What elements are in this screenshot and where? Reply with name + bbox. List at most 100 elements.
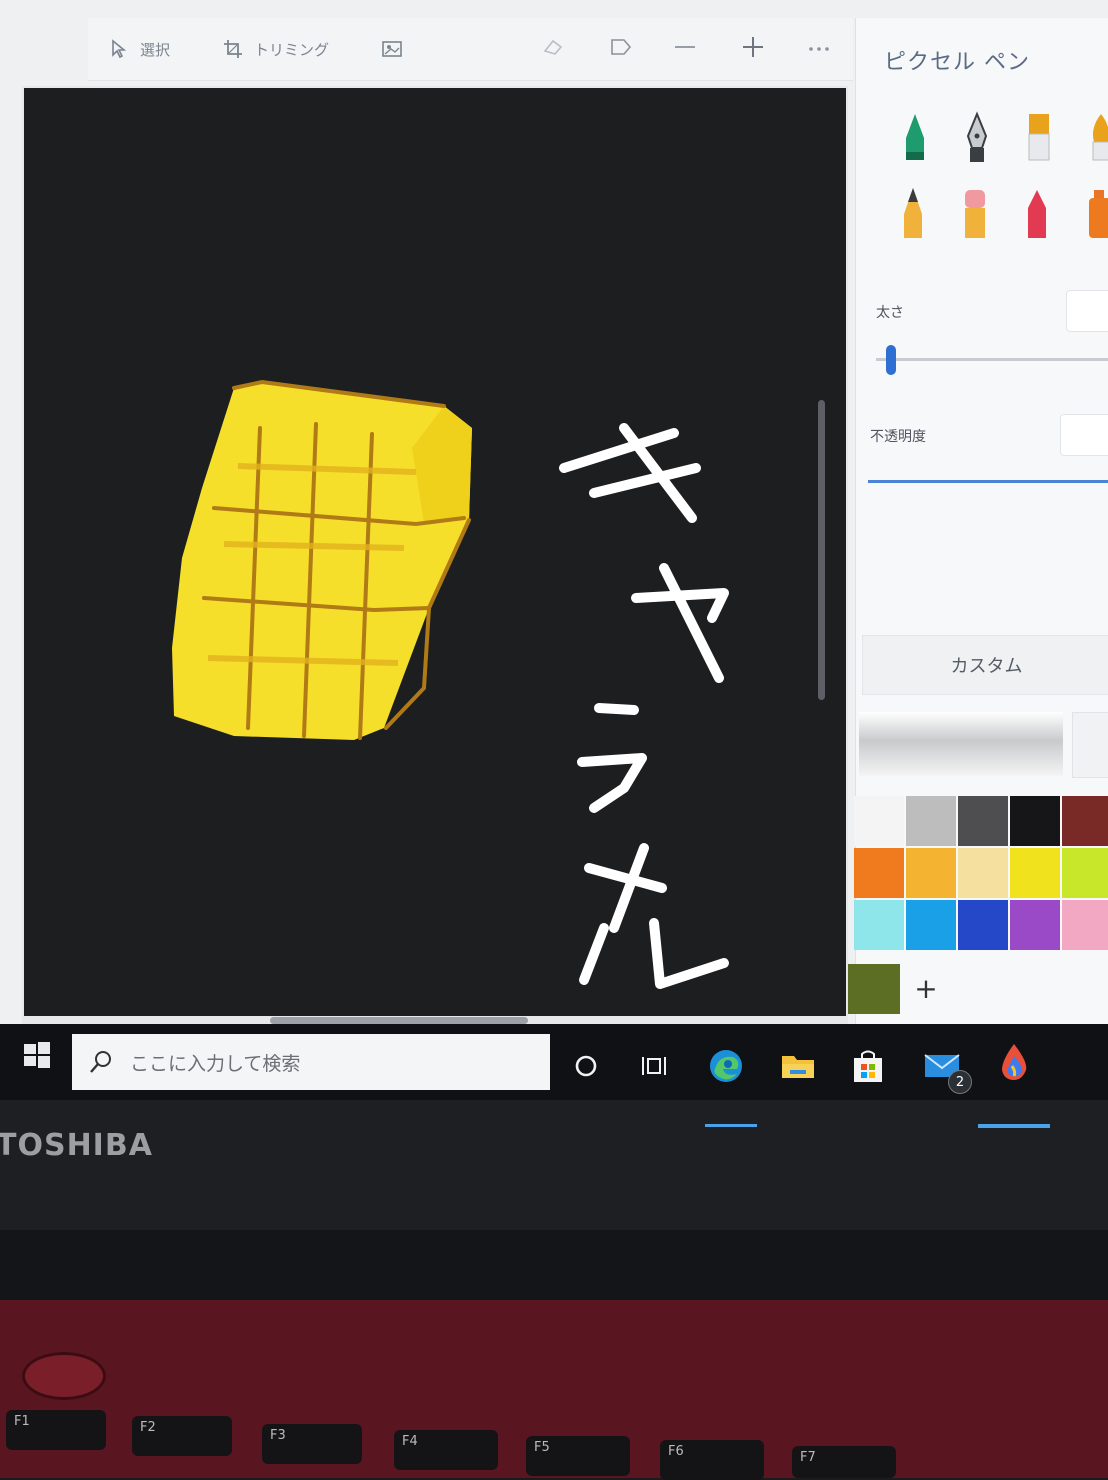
opacity-input[interactable] [1060, 414, 1108, 456]
marker-tool[interactable] [898, 108, 932, 168]
image-icon [381, 38, 403, 60]
more-icon [807, 40, 831, 58]
brush-panel: ピクセル ペン 太さ 不透明度 カスタム + [848, 18, 1108, 1053]
marker-icon [906, 114, 924, 160]
zoom-in-button[interactable] [736, 34, 770, 64]
handwritten-text [559, 423, 729, 989]
zoom-out-button[interactable] [668, 34, 702, 64]
edge-button[interactable] [706, 1046, 746, 1086]
search-icon [90, 1051, 111, 1073]
opacity-label: 不透明度 [870, 429, 926, 445]
color-swatch[interactable] [958, 848, 1008, 898]
caramel-drawing [172, 379, 472, 740]
key-f3[interactable]: F3 [262, 1424, 362, 1464]
select-icon [108, 38, 130, 60]
color-swatch[interactable] [854, 848, 904, 898]
cortana-button[interactable] [566, 1046, 606, 1086]
key-f5[interactable]: F5 [526, 1436, 630, 1476]
thickness-input[interactable] [1066, 290, 1108, 332]
horizontal-scrollbar[interactable] [270, 1017, 528, 1024]
vertical-scrollbar[interactable] [818, 400, 825, 700]
custom-label: カスタム [950, 656, 1023, 677]
fresh-paint-icon [1002, 1044, 1027, 1080]
custom-color-button[interactable]: カスタム [862, 635, 1108, 695]
fresh-paint-button[interactable] [994, 1042, 1034, 1082]
select-label: 選択 [140, 40, 171, 59]
color-gradient-preview[interactable] [859, 712, 1063, 776]
select-tool[interactable]: 選択 [108, 38, 170, 60]
pencil-tool[interactable] [896, 184, 930, 244]
eraser-tool[interactable] [958, 184, 992, 244]
watercolor-brush-tool[interactable] [1084, 108, 1108, 168]
start-button[interactable] [22, 1040, 52, 1070]
taskbar-search[interactable]: ここに入力して検索 [72, 1034, 550, 1090]
image-tool[interactable] [381, 38, 403, 60]
flip-button[interactable] [604, 34, 638, 64]
thickness-label: 太さ [876, 305, 904, 321]
toolbar: 選択 トリミング [88, 18, 853, 81]
brand-logo: TOSHIBA [0, 1128, 153, 1163]
more-button[interactable] [802, 34, 836, 64]
oil-brush-tool[interactable] [1022, 108, 1056, 168]
crop-tool[interactable]: トリミング [222, 38, 329, 60]
custom-color-swatch[interactable] [848, 964, 900, 1014]
color-swatch[interactable] [906, 848, 956, 898]
fountain-pen-icon [966, 111, 988, 162]
key-f6[interactable]: F6 [660, 1440, 764, 1480]
color-swatch[interactable] [958, 796, 1008, 846]
thickness-slider[interactable] [876, 358, 1108, 361]
power-button[interactable] [22, 1352, 106, 1400]
color-swatch[interactable] [1010, 796, 1060, 846]
color-swatch[interactable] [1062, 900, 1108, 950]
crayon-tool[interactable] [1020, 184, 1054, 244]
key-f4[interactable]: F4 [394, 1430, 498, 1470]
key-f7[interactable]: F7 [792, 1446, 896, 1478]
thickness-slider-thumb[interactable] [886, 345, 896, 375]
color-swatch[interactable] [1062, 796, 1108, 846]
drawing-canvas[interactable] [24, 88, 846, 1016]
file-explorer-button[interactable] [778, 1046, 818, 1086]
screen: 選択 トリミング ピクセル ペン 太さ 不透明度 カスタム + [0, 0, 1108, 1100]
color-picker-button[interactable] [1072, 712, 1108, 778]
task-view-button[interactable] [634, 1046, 674, 1086]
key-f1[interactable]: F1 [6, 1410, 106, 1450]
opacity-slider[interactable] [868, 480, 1108, 483]
windows-start-icon [24, 1042, 50, 1068]
erase-icon [542, 37, 564, 61]
taskbar: ここに入力して検索 2 [0, 1024, 1108, 1100]
edge-icon [710, 1050, 742, 1082]
spray-can-tool[interactable] [1082, 184, 1108, 244]
color-swatch[interactable] [1010, 848, 1060, 898]
add-color-button[interactable]: + [911, 972, 941, 1005]
search-placeholder: ここに入力して検索 [130, 1052, 301, 1075]
canvas-area [22, 86, 848, 1026]
canvas-drawing [172, 379, 729, 989]
key-f2[interactable]: F2 [132, 1416, 232, 1456]
crop-label: トリミング [254, 40, 330, 59]
store-icon [854, 1050, 882, 1082]
flip-icon [609, 37, 633, 61]
crayon-icon [1028, 190, 1046, 238]
laptop-hinge [0, 1230, 1108, 1300]
color-swatch[interactable] [906, 900, 956, 950]
eraser-icon [965, 190, 985, 238]
calligraphy-pen-tool[interactable] [960, 108, 994, 168]
color-swatch[interactable] [958, 900, 1008, 950]
oil-brush-icon [1028, 114, 1050, 161]
color-swatch[interactable] [1062, 848, 1108, 898]
active-app-indicator [978, 1124, 1050, 1128]
task-view-icon [642, 1057, 666, 1075]
crop-icon [222, 38, 244, 60]
store-button[interactable] [848, 1046, 888, 1086]
cortana-icon [575, 1055, 597, 1077]
color-swatch[interactable] [854, 796, 904, 846]
panel-title: ピクセル ペン [884, 50, 1030, 75]
mail-badge: 2 [948, 1070, 972, 1094]
spray-can-icon [1089, 190, 1108, 238]
color-swatch[interactable] [906, 796, 956, 846]
color-swatch[interactable] [1010, 900, 1060, 950]
color-swatch[interactable] [854, 900, 904, 950]
erase-button[interactable] [536, 34, 570, 64]
file-explorer-icon [782, 1056, 814, 1078]
edge-running-indicator [705, 1124, 757, 1127]
